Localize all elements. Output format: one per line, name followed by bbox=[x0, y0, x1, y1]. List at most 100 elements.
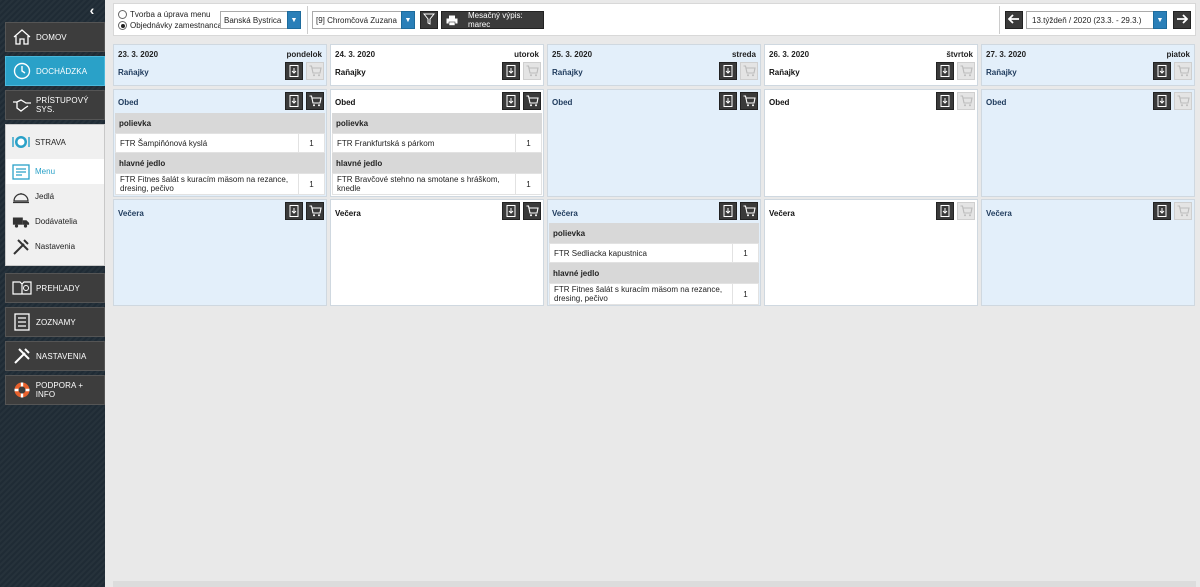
meal-item-name: FTR Šampiňónová kyslá bbox=[120, 138, 208, 148]
cloche-icon bbox=[12, 188, 30, 206]
cart-icon bbox=[309, 65, 322, 77]
order-document-button[interactable] bbox=[936, 202, 954, 220]
cart-button[interactable] bbox=[740, 92, 758, 110]
order-document-button[interactable] bbox=[719, 202, 737, 220]
nav-zoznamy[interactable]: ZOZNAMY bbox=[5, 307, 105, 337]
cart-button[interactable] bbox=[306, 62, 324, 80]
cart-button[interactable] bbox=[1174, 202, 1192, 220]
location-select[interactable]: Banská Bystrica ▼ bbox=[220, 11, 301, 29]
radio-label: Tvorba a úprava menu bbox=[130, 10, 211, 19]
submenu-strava[interactable]: STRAVA bbox=[6, 125, 104, 159]
filter-button[interactable] bbox=[420, 11, 438, 29]
breakfast-card: 25. 3. 2020 streda Raňajky bbox=[547, 44, 761, 86]
menu-card-icon bbox=[12, 163, 30, 181]
cart-button[interactable] bbox=[306, 202, 324, 220]
cart-button[interactable] bbox=[306, 92, 324, 110]
order-document-button[interactable] bbox=[719, 62, 737, 80]
lunch-card: Obed polievka FTR Frankfurtská s párkom 1 hl… bbox=[330, 89, 544, 197]
date-label: 27. 3. 2020 bbox=[986, 50, 1027, 59]
arrow-left-icon bbox=[1007, 14, 1020, 26]
weekday-label: štvrtok bbox=[946, 50, 973, 59]
radio-objednavky[interactable]: Objednávky zamestnanca bbox=[118, 21, 222, 30]
submenu-label: Jedlá bbox=[35, 192, 55, 201]
cart-icon bbox=[743, 65, 756, 77]
cart-icon bbox=[526, 95, 539, 107]
order-document-button[interactable] bbox=[502, 62, 520, 80]
submenu-dodavatelia[interactable]: Dodávatelia bbox=[6, 209, 104, 234]
lunch-title: Obed bbox=[986, 98, 1007, 107]
meal-item-row[interactable]: FTR Frankfurtská s párkom 1 bbox=[332, 133, 542, 153]
cart-button[interactable] bbox=[740, 62, 758, 80]
order-document-button[interactable] bbox=[502, 202, 520, 220]
order-document-button[interactable] bbox=[1153, 62, 1171, 80]
nav-domov[interactable]: DOMOV bbox=[5, 22, 105, 52]
nav-prehlady[interactable]: PREHĽADY bbox=[5, 273, 105, 303]
cart-button[interactable] bbox=[1174, 92, 1192, 110]
collapse-sidebar-icon[interactable]: ‹ bbox=[85, 3, 99, 17]
dinner-card: Večera bbox=[764, 199, 978, 306]
radio-label: Objednávky zamestnanca bbox=[130, 21, 223, 30]
chevron-down-icon[interactable]: ▼ bbox=[287, 11, 301, 29]
nav-dochadzka[interactable]: DOCHÁDZKA bbox=[5, 56, 105, 86]
document-download-icon bbox=[1156, 95, 1168, 107]
breakfast-title: Raňajky bbox=[335, 68, 366, 77]
order-document-button[interactable] bbox=[936, 92, 954, 110]
monthly-report-button[interactable]: Mesačný výpis: marec bbox=[441, 11, 544, 29]
breakfast-card: 27. 3. 2020 piatok Raňajky bbox=[981, 44, 1195, 86]
cart-button[interactable] bbox=[957, 202, 975, 220]
section-header: polievka bbox=[549, 223, 759, 243]
employee-select[interactable]: [9] Chromčová Zuzana ▼ bbox=[312, 11, 415, 29]
order-document-button[interactable] bbox=[719, 92, 737, 110]
meal-item-name: FTR Sedliacka kapustnica bbox=[554, 248, 647, 258]
order-document-button[interactable] bbox=[502, 92, 520, 110]
meal-item-row[interactable]: FTR Fitnes šalát s kuracím mäsom na reza… bbox=[549, 283, 759, 305]
radio-button-checked[interactable] bbox=[118, 21, 127, 30]
order-document-button[interactable] bbox=[285, 92, 303, 110]
cart-button[interactable] bbox=[1174, 62, 1192, 80]
lifebuoy-icon bbox=[12, 380, 32, 400]
clock-icon bbox=[12, 61, 32, 81]
nav-pristupovy-sys[interactable]: PRÍSTUPOVÝ SYS. bbox=[5, 90, 105, 120]
bottom-scrollbar[interactable] bbox=[113, 581, 1196, 587]
submenu-jedla[interactable]: Jedlá bbox=[6, 184, 104, 209]
cart-button[interactable] bbox=[957, 62, 975, 80]
order-document-button[interactable] bbox=[285, 202, 303, 220]
prev-week-button[interactable] bbox=[1005, 11, 1023, 29]
meal-item-row[interactable]: FTR Sedliacka kapustnica 1 bbox=[549, 243, 759, 263]
meal-item-row[interactable]: FTR Bravčové stehno na smotane s hráškom… bbox=[332, 173, 542, 195]
document-download-icon bbox=[722, 205, 734, 217]
next-week-button[interactable] bbox=[1173, 11, 1191, 29]
lunch-card: Obed bbox=[547, 89, 761, 197]
cart-button[interactable] bbox=[523, 92, 541, 110]
radio-button[interactable] bbox=[118, 10, 127, 19]
meal-item-row[interactable]: FTR Šampiňónová kyslá 1 bbox=[115, 133, 325, 153]
cart-button[interactable] bbox=[523, 202, 541, 220]
divider bbox=[307, 6, 308, 34]
meal-item-qty: 1 bbox=[298, 134, 324, 152]
cart-icon bbox=[1177, 95, 1190, 107]
chevron-down-icon[interactable]: ▼ bbox=[1153, 11, 1167, 29]
breakfast-card: 26. 3. 2020 štvrtok Raňajky bbox=[764, 44, 978, 86]
nav-label: PRÍSTUPOVÝ SYS. bbox=[36, 96, 89, 114]
nav-nastavenia[interactable]: NASTAVENIA bbox=[5, 341, 105, 371]
dinner-title: Večera bbox=[335, 209, 361, 218]
radio-tvorba-menu[interactable]: Tvorba a úprava menu bbox=[118, 10, 211, 19]
meal-item-row[interactable]: FTR Fitnes šalát s kuracím mäsom na reza… bbox=[115, 173, 325, 195]
order-document-button[interactable] bbox=[1153, 202, 1171, 220]
order-document-button[interactable] bbox=[936, 62, 954, 80]
order-document-button[interactable] bbox=[1153, 92, 1171, 110]
nav-podpora-info[interactable]: PODPORA + INFO bbox=[5, 375, 105, 405]
lunch-title: Obed bbox=[552, 98, 573, 107]
cart-button[interactable] bbox=[957, 92, 975, 110]
document-download-icon bbox=[288, 65, 300, 77]
filter-icon bbox=[422, 13, 436, 27]
cart-button[interactable] bbox=[523, 62, 541, 80]
dinner-card: Večera bbox=[981, 199, 1195, 306]
submenu-menu[interactable]: Menu bbox=[6, 159, 104, 184]
submenu-nastavenia[interactable]: Nastavenia bbox=[6, 234, 104, 259]
cart-button[interactable] bbox=[740, 202, 758, 220]
chevron-down-icon[interactable]: ▼ bbox=[401, 11, 415, 29]
week-select[interactable]: 13.týždeň / 2020 (23.3. - 29.3.) ▼ bbox=[1026, 11, 1167, 29]
sidebar: ‹ DOMOV DOCHÁDZKA PRÍSTUPOVÝ SYS. STRAVA bbox=[0, 0, 105, 587]
order-document-button[interactable] bbox=[285, 62, 303, 80]
